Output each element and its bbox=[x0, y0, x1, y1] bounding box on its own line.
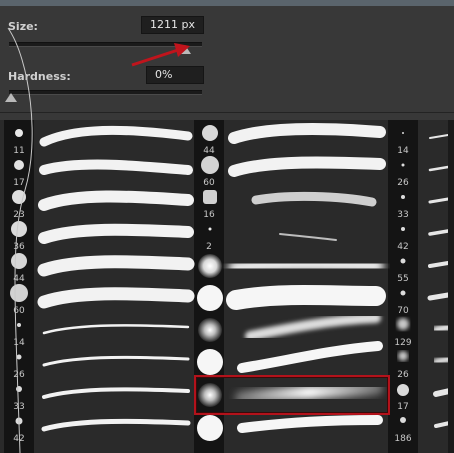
grid-scrollbar[interactable] bbox=[448, 120, 454, 453]
column-1-thumbnails bbox=[10, 129, 28, 425]
brush-preset-picker: Size: 1211 px Hardness: 0% 11 17 23 36 4… bbox=[0, 0, 454, 453]
column-1-strokes bbox=[37, 125, 195, 432]
annotation-arrow-icon bbox=[131, 43, 190, 67]
column-3-thumbnails bbox=[397, 132, 409, 423]
selected-brush-outline[interactable] bbox=[194, 375, 390, 415]
